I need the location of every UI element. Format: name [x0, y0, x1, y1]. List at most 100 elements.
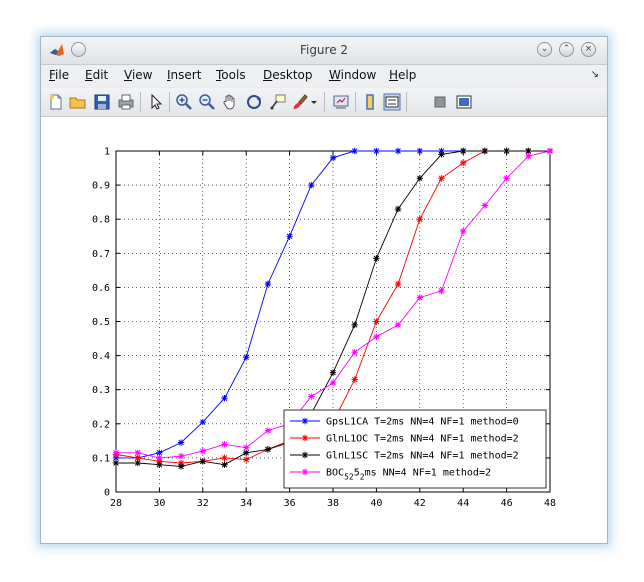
x-tick-label: 34 — [240, 498, 252, 509]
data-point-marker — [416, 175, 423, 182]
toolbar-separator — [169, 92, 170, 112]
data-point-marker — [199, 447, 206, 455]
data-point-marker — [394, 205, 402, 213]
data-point-marker — [503, 147, 510, 155]
title-bar[interactable]: Figure 2 ⌄ ⌃ × — [41, 37, 607, 65]
zoom-out-icon[interactable] — [198, 93, 216, 111]
data-point-marker — [134, 459, 141, 467]
data-point-marker — [438, 287, 445, 295]
figure-window: Figure 2 ⌄ ⌃ × File Edit View Insert Too… — [40, 36, 608, 544]
y-tick-label: 1 — [104, 147, 110, 158]
y-tick-label: 0.6 — [92, 283, 110, 294]
data-point-marker — [308, 393, 315, 400]
data-point-marker — [373, 318, 380, 325]
menu-view[interactable]: View — [124, 68, 152, 82]
zoom-in-icon[interactable] — [175, 93, 193, 111]
menu-window[interactable]: Window — [329, 68, 376, 82]
data-point-marker — [438, 175, 445, 182]
data-point-marker — [373, 333, 380, 341]
rotate-3d-icon[interactable] — [245, 93, 263, 111]
data-point-marker — [525, 152, 532, 160]
hide-plot-tools-icon[interactable] — [431, 93, 449, 111]
data-point-marker — [416, 294, 423, 301]
show-plot-tools-icon[interactable] — [455, 93, 473, 111]
x-tick-label: 48 — [544, 498, 556, 509]
data-point-marker — [351, 348, 358, 356]
data-point-marker — [112, 459, 120, 467]
menu-tools[interactable]: Tools — [216, 68, 246, 82]
y-tick-label: 0.3 — [92, 385, 110, 396]
data-point-marker — [221, 454, 228, 462]
data-point-marker — [481, 202, 489, 209]
data-point-marker — [301, 434, 309, 442]
dock-arrow-icon[interactable]: ↘ — [591, 69, 599, 80]
y-tick-label: 0.2 — [92, 419, 110, 430]
x-tick-label: 30 — [153, 498, 165, 509]
data-point-marker — [329, 154, 337, 162]
legend-icon[interactable] — [383, 93, 401, 111]
select-arrow-icon[interactable] — [147, 93, 165, 111]
data-point-marker — [329, 379, 337, 387]
y-tick-label: 0.7 — [92, 249, 110, 260]
x-tick-label: 28 — [110, 498, 122, 509]
brush-icon[interactable] — [291, 93, 309, 111]
x-tick-label: 32 — [197, 498, 209, 509]
data-point-marker — [156, 454, 163, 462]
data-point-marker — [264, 280, 272, 288]
save-icon[interactable] — [93, 93, 111, 111]
data-point-marker — [301, 451, 309, 459]
figure-toolbar — [41, 88, 607, 117]
link-plot-icon[interactable] — [332, 93, 350, 111]
data-point-marker — [221, 461, 228, 468]
data-point-marker — [301, 417, 309, 425]
chevron-down-icon: ⌄ — [540, 44, 549, 54]
data-point-marker — [156, 461, 163, 468]
brush-dropdown-icon[interactable] — [309, 93, 319, 111]
data-point-marker — [394, 280, 402, 288]
y-tick-label: 0.4 — [92, 351, 110, 362]
legend-entry-label: GlnL1SC T=2ms NN=4 NF=1 method=2 — [326, 451, 519, 462]
colorbar-icon[interactable] — [361, 93, 379, 111]
toolbar-separator — [324, 92, 325, 112]
menu-desktop[interactable]: Desktop — [263, 68, 313, 82]
x-tick-label: 42 — [414, 498, 426, 509]
chevron-up-icon: ⌃ — [562, 44, 571, 54]
data-cursor-icon[interactable] — [269, 93, 287, 111]
maximize-button[interactable]: ⌃ — [559, 42, 574, 57]
figure-canvas[interactable]: 28 30 32 34 36 38 40 42 44 46 48 0 0.1 0.2 0.3 0.4 0.5 0.… — [41, 117, 607, 543]
line-chart[interactable]: 28 30 32 34 36 38 40 42 44 46 48 0 0.1 0.2 0.3 0.4 0.5 0.… — [41, 117, 607, 543]
close-button[interactable]: × — [581, 42, 596, 57]
open-file-icon[interactable] — [69, 93, 87, 111]
pan-hand-icon[interactable] — [221, 93, 239, 111]
minimize-button[interactable]: ⌄ — [537, 42, 552, 57]
data-point-marker — [394, 321, 402, 329]
data-point-marker — [221, 441, 228, 448]
data-point-marker — [481, 147, 489, 155]
new-figure-icon[interactable] — [47, 93, 65, 111]
x-tick-label: 44 — [457, 498, 469, 509]
x-tick-label: 46 — [501, 498, 513, 509]
data-point-marker — [286, 233, 293, 240]
y-tick-label: 0.8 — [92, 215, 110, 226]
data-point-marker — [221, 395, 228, 402]
data-point-marker — [460, 147, 467, 155]
data-point-marker — [243, 444, 250, 451]
data-point-marker — [264, 446, 272, 453]
data-point-marker — [112, 449, 120, 456]
data-point-marker — [264, 427, 272, 434]
data-point-marker — [416, 216, 423, 223]
data-point-marker — [351, 376, 358, 383]
y-tick-label: 0 — [104, 488, 110, 499]
print-icon[interactable] — [117, 93, 135, 111]
data-point-marker — [503, 175, 510, 182]
data-point-marker — [460, 159, 467, 167]
close-icon: × — [584, 44, 593, 54]
menu-file[interactable]: File — [49, 68, 69, 82]
menu-insert[interactable]: Insert — [167, 68, 201, 82]
menu-edit[interactable]: Edit — [85, 68, 108, 82]
data-point-marker — [177, 463, 185, 470]
data-point-marker — [394, 147, 402, 155]
toolbar-separator — [406, 92, 407, 112]
data-point-marker — [308, 181, 315, 189]
menu-help[interactable]: Help — [389, 68, 416, 82]
